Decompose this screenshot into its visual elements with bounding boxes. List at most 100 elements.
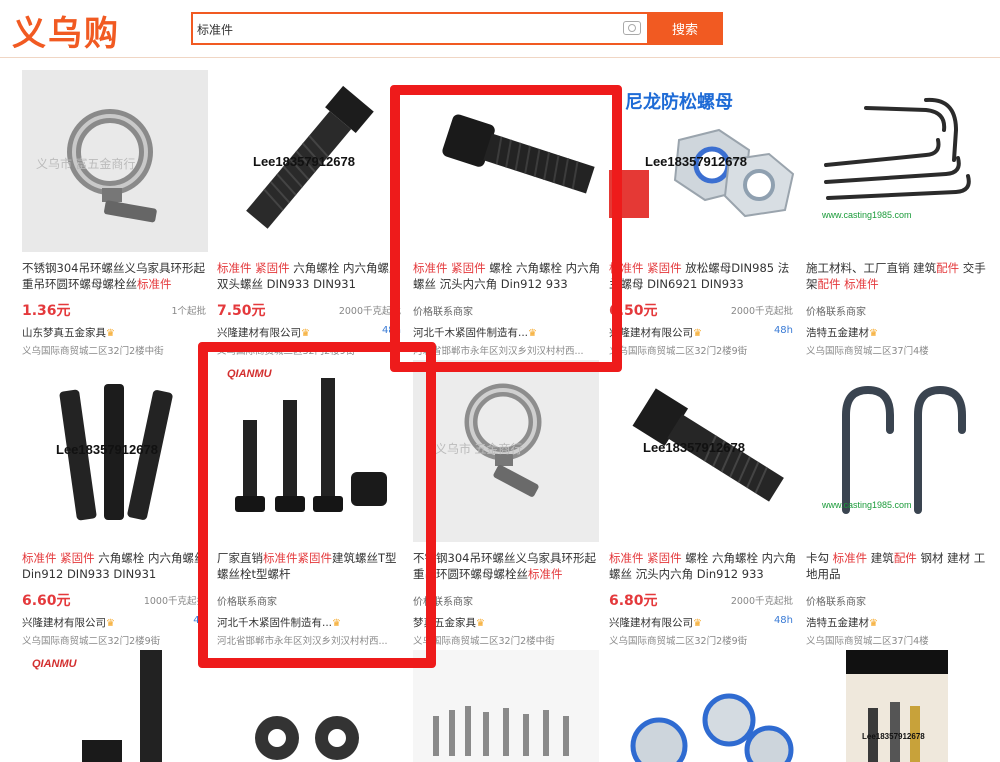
price-row: 1.36元 1个起批 bbox=[22, 300, 210, 319]
price-row: 6.50元 2000千克起批 bbox=[609, 300, 797, 319]
crown-icon: ♛ bbox=[332, 618, 341, 629]
seller-row: 兴隆建材有限公司♛ 48h bbox=[609, 325, 797, 341]
crown-icon: ♛ bbox=[869, 618, 878, 629]
watermark-text: 义乌市 富五金商行 bbox=[36, 157, 136, 171]
crown-icon: ♛ bbox=[106, 618, 115, 629]
delivery-badge: 48 bbox=[193, 615, 206, 626]
product-image[interactable]: QIANMU bbox=[217, 360, 403, 542]
min-order: 1个起批 bbox=[171, 306, 206, 317]
product-title[interactable]: 标准件 紧固件 六角螺栓 内六角螺丝 双头螺丝 DIN933 DIN931 bbox=[217, 260, 405, 292]
seller-row: 兴隆建材有限公司♛ 48h bbox=[217, 325, 405, 341]
product-title[interactable]: 标准件 紧固件 放松螺母DIN985 法兰螺母 DIN6921 DIN933 bbox=[609, 260, 797, 292]
product-image[interactable]: www.casting1985.com bbox=[806, 360, 992, 542]
seller-row: 浩特五金建材♛ bbox=[806, 325, 994, 341]
seller-address: 义乌国际商贸城二区32门2楼中街 bbox=[22, 346, 164, 357]
seller-name[interactable]: 兴隆建材有限公司 bbox=[22, 617, 106, 629]
delivery-badge: 48h bbox=[381, 325, 401, 336]
banner-text: 尼龙防松螺母 bbox=[625, 92, 733, 112]
product-price: 6.60元 bbox=[22, 593, 71, 609]
seller-row: 山东梦真五金家具♛ bbox=[22, 325, 210, 341]
seller-row: 浩特五金建材♛ bbox=[806, 615, 994, 631]
seller-name[interactable]: 兴隆建材有限公司 bbox=[609, 617, 693, 629]
watermark-text: Lee18357912678 bbox=[862, 732, 925, 741]
seller-row: 兴隆建材有限公司♛ 48 bbox=[22, 615, 210, 631]
watermark-text: 义乌市 五金商行 bbox=[435, 442, 523, 456]
watermark-text: www.casting1985.com bbox=[822, 210, 912, 220]
product-title[interactable]: 不锈钢304吊环螺丝义乌家具环形起重吊环圆环螺母螺栓丝标准件 bbox=[413, 550, 601, 582]
seller-name[interactable]: 河北千木紧固件制造有... bbox=[413, 327, 528, 339]
watermark-text: Lee18357912678 bbox=[56, 442, 158, 457]
product-price: 6.80元 bbox=[609, 593, 658, 609]
seller-address: 义乌国际商贸城二区32门2楼9街 bbox=[217, 346, 356, 357]
crown-icon: ♛ bbox=[301, 328, 310, 339]
seller-address: 义乌国际商贸城二区32门2楼9街 bbox=[22, 636, 161, 647]
seller-address: 义乌国际商贸城二区37门4楼 bbox=[806, 346, 929, 357]
seller-name[interactable]: 浩特五金建材 bbox=[806, 617, 869, 629]
seller-address: 义乌国际商贸城二区32门2楼9街 bbox=[609, 346, 748, 357]
crown-icon: ♛ bbox=[106, 328, 115, 339]
product-image[interactable]: Lee18357912678 bbox=[22, 360, 208, 542]
product-image[interactable] bbox=[609, 650, 795, 762]
crown-icon: ♛ bbox=[869, 328, 878, 339]
seller-address: 义乌国际商贸城二区32门2楼中街 bbox=[413, 636, 555, 647]
watermark-text: www.casting1985.com bbox=[822, 500, 912, 510]
product-image[interactable] bbox=[413, 70, 599, 252]
product-price: 价格联系商家 bbox=[413, 597, 473, 608]
min-order: 2000千克起批 bbox=[730, 306, 793, 317]
seller-address: 义乌国际商贸城二区37门4楼 bbox=[806, 636, 929, 647]
min-order: 1000千克起批 bbox=[143, 596, 206, 607]
product-price: 7.50元 bbox=[217, 303, 266, 319]
product-price: 价格联系商家 bbox=[217, 597, 277, 608]
seller-address: 义乌国际商贸城二区32门2楼9街 bbox=[609, 636, 748, 647]
product-title[interactable]: 标准件 紧固件 螺栓 六角螺栓 内六角螺丝 沉头内六角 Din912 933 bbox=[413, 260, 601, 292]
product-image[interactable]: 义乌市 富五金商行 bbox=[22, 70, 208, 252]
price-row: 6.60元 1000千克起批 bbox=[22, 590, 210, 609]
product-image[interactable]: Lee18357912678 bbox=[217, 70, 403, 252]
watermark-text: Lee18357912678 bbox=[645, 154, 747, 169]
price-row: 价格联系商家 bbox=[806, 590, 994, 608]
price-row: 6.80元 2000千克起批 bbox=[609, 590, 797, 609]
product-image[interactable] bbox=[413, 650, 599, 762]
product-image[interactable]: QIANMU bbox=[22, 650, 208, 762]
min-order: 2000千克起批 bbox=[730, 596, 793, 607]
seller-name[interactable]: 兴隆建材有限公司 bbox=[217, 327, 301, 339]
brand-logo: QIANMU bbox=[227, 368, 272, 380]
product-title[interactable]: 不锈钢304吊环螺丝义乌家具环形起重吊环圆环螺母螺栓丝标准件 bbox=[22, 260, 210, 292]
price-row: 价格联系商家 bbox=[217, 590, 405, 608]
product-title[interactable]: 标准件 紧固件 六角螺栓 内六角螺丝 Din912 DIN933 DIN931 bbox=[22, 550, 210, 582]
seller-name[interactable]: 梦真五金家具 bbox=[413, 617, 476, 629]
crown-icon: ♛ bbox=[693, 328, 702, 339]
product-grid: 义乌市 富五金商行 不锈钢304吊环螺丝义乌家具环形起重吊环圆环螺母螺栓丝标准件… bbox=[0, 0, 1000, 762]
product-title[interactable]: 标准件 紧固件 螺栓 六角螺栓 内六角螺丝 沉头内六角 Din912 933 bbox=[609, 550, 797, 582]
product-image[interactable]: 尼龙防松螺母 Lee18357912678 bbox=[609, 70, 795, 252]
price-row: 价格联系商家 bbox=[413, 590, 601, 608]
product-title[interactable]: 厂家直销标准件紧固件建筑螺丝T型螺丝栓t型螺杆 bbox=[217, 550, 405, 582]
product-price: 价格联系商家 bbox=[806, 597, 866, 608]
product-image[interactable]: Lee18357912678 bbox=[609, 360, 795, 542]
product-price: 6.50元 bbox=[609, 303, 658, 319]
watermark-text: Lee18357912678 bbox=[253, 154, 355, 169]
product-image[interactable] bbox=[217, 650, 403, 762]
product-title[interactable]: 施工材料、工厂直销 建筑配件 交手架配件 标准件 bbox=[806, 260, 994, 292]
product-image[interactable]: Lee18357912678 bbox=[806, 650, 992, 762]
price-row: 价格联系商家 bbox=[413, 300, 601, 318]
product-price: 价格联系商家 bbox=[413, 307, 473, 318]
product-image[interactable]: 义乌市 五金商行 bbox=[413, 360, 599, 542]
seller-row: 河北千木紧固件制造有... ♛ bbox=[217, 615, 405, 631]
seller-name[interactable]: 兴隆建材有限公司 bbox=[609, 327, 693, 339]
brand-logo: QIANMU bbox=[32, 658, 77, 670]
seller-row: 兴隆建材有限公司♛ 48h bbox=[609, 615, 797, 631]
seller-name[interactable]: 浩特五金建材 bbox=[806, 327, 869, 339]
seller-row: 河北千木紧固件制造有... ♛ bbox=[413, 325, 601, 341]
seller-name[interactable]: 河北千木紧固件制造有... bbox=[217, 617, 332, 629]
seller-row: 梦真五金家具♛ bbox=[413, 615, 601, 631]
price-row: 价格联系商家 bbox=[806, 300, 994, 318]
seller-address: 河北省邯郸市永年区刘汉乡刘汉村村西... bbox=[217, 636, 388, 647]
crown-icon: ♛ bbox=[528, 328, 537, 339]
crown-icon: ♛ bbox=[476, 618, 485, 629]
watermark-text: Lee18357912678 bbox=[643, 440, 745, 455]
product-image[interactable]: www.casting1985.com bbox=[806, 70, 992, 252]
seller-name[interactable]: 山东梦真五金家具 bbox=[22, 327, 106, 339]
delivery-badge: 48h bbox=[773, 325, 793, 336]
product-title[interactable]: 卡勾 标准件 建筑配件 钢材 建材 工地用品 bbox=[806, 550, 994, 582]
